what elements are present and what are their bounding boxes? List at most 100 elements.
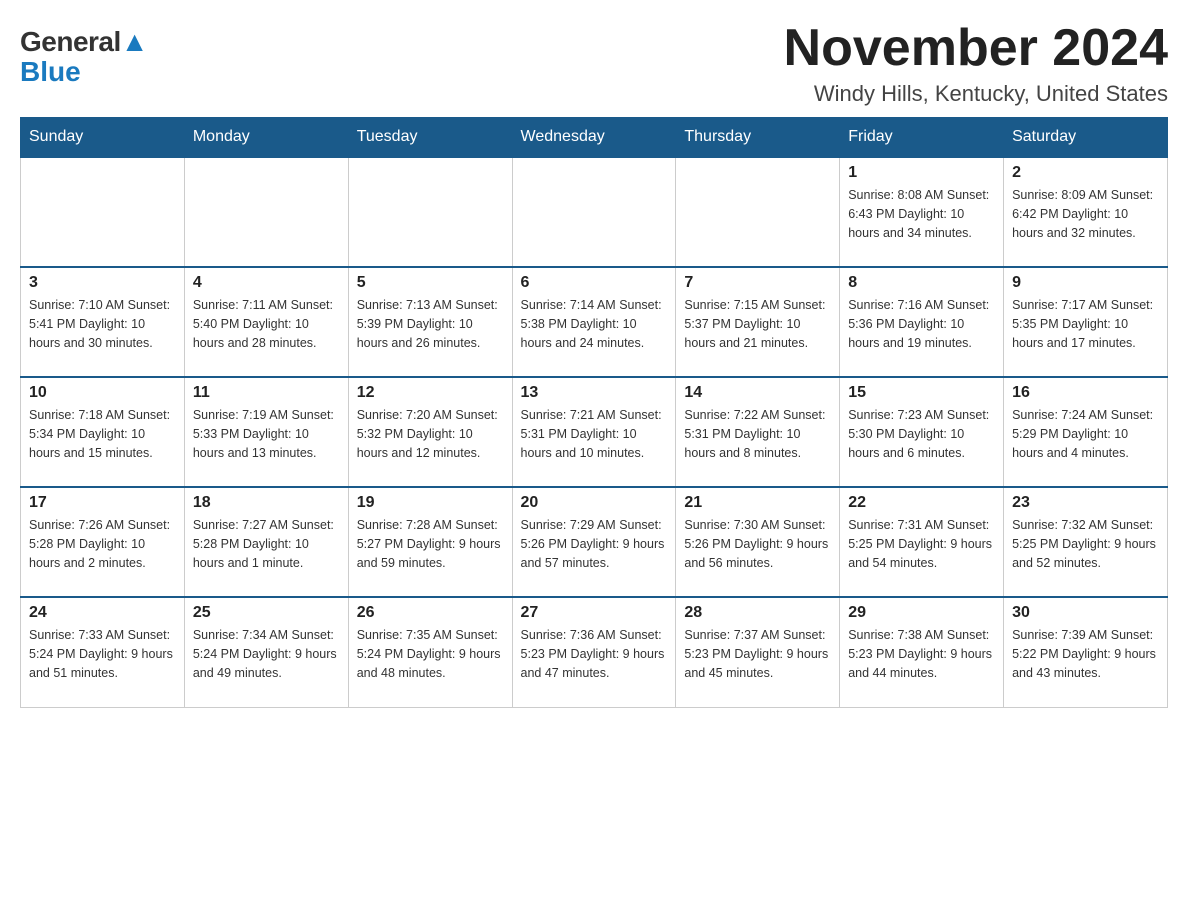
day-number: 20 bbox=[521, 494, 668, 512]
logo: General▲ Blue bbox=[20, 28, 148, 86]
day-number: 22 bbox=[848, 494, 995, 512]
table-row bbox=[348, 157, 512, 267]
day-number: 4 bbox=[193, 274, 340, 292]
table-row bbox=[184, 157, 348, 267]
table-row: 29 Sunrise: 7:38 AM Sunset: 5:23 PM Dayli… bbox=[840, 597, 1004, 707]
day-info: Sunrise: 7:34 AM Sunset: 5:24 PM Dayligh… bbox=[193, 626, 340, 682]
calendar-week-row: 1 Sunrise: 8:08 AM Sunset: 6:43 PM Daylig… bbox=[21, 157, 1168, 267]
day-info: Sunrise: 7:22 AM Sunset: 5:31 PM Dayligh… bbox=[684, 406, 831, 462]
header-tuesday: Tuesday bbox=[348, 118, 512, 158]
title-section: November 2024 Windy Hills, Kentucky, Uni… bbox=[784, 20, 1168, 107]
day-number: 12 bbox=[357, 384, 504, 402]
day-number: 6 bbox=[521, 274, 668, 292]
day-number: 13 bbox=[521, 384, 668, 402]
calendar-week-row: 17Sunrise: 7:26 AM Sunset: 5:28 PM Dayli… bbox=[21, 487, 1168, 597]
location-subtitle: Windy Hills, Kentucky, United States bbox=[784, 81, 1168, 107]
calendar-table: Sunday Monday Tuesday Wednesday Thursday… bbox=[20, 117, 1168, 708]
table-row: 11 Sunrise: 7:19 AM Sunset: 5:33 PM Dayli… bbox=[184, 377, 348, 487]
day-number: 3 bbox=[29, 274, 176, 292]
day-number: 5 bbox=[357, 274, 504, 292]
day-info: Sunrise: 7:30 AM Sunset: 5:26 PM Dayligh… bbox=[684, 516, 831, 572]
day-number: 21 bbox=[684, 494, 831, 512]
table-row: 21 Sunrise: 7:30 AM Sunset: 5:26 PM Dayli… bbox=[676, 487, 840, 597]
table-row: 28 Sunrise: 7:37 AM Sunset: 5:23 PM Dayli… bbox=[676, 597, 840, 707]
day-number: 23 bbox=[1012, 494, 1159, 512]
day-number: 27 bbox=[521, 604, 668, 622]
calendar-week-row: 24 Sunrise: 7:33 AM Sunset: 5:24 PM Dayli… bbox=[21, 597, 1168, 707]
table-row: 17Sunrise: 7:26 AM Sunset: 5:28 PM Dayli… bbox=[21, 487, 185, 597]
table-row: 4 Sunrise: 7:11 AM Sunset: 5:40 PM Daylig… bbox=[184, 267, 348, 377]
day-info: Sunrise: 7:18 AM Sunset: 5:34 PM Dayligh… bbox=[29, 406, 176, 462]
header-wednesday: Wednesday bbox=[512, 118, 676, 158]
header-monday: Monday bbox=[184, 118, 348, 158]
logo-triangle-icon: ▲ bbox=[121, 26, 148, 57]
table-row: 23 Sunrise: 7:32 AM Sunset: 5:25 PM Dayli… bbox=[1004, 487, 1168, 597]
day-info: Sunrise: 7:23 AM Sunset: 5:30 PM Dayligh… bbox=[848, 406, 995, 462]
day-info: Sunrise: 7:19 AM Sunset: 5:33 PM Dayligh… bbox=[193, 406, 340, 462]
day-number: 28 bbox=[684, 604, 831, 622]
day-number: 10 bbox=[29, 384, 176, 402]
day-info: Sunrise: 7:11 AM Sunset: 5:40 PM Dayligh… bbox=[193, 296, 340, 352]
day-info: Sunrise: 7:32 AM Sunset: 5:25 PM Dayligh… bbox=[1012, 516, 1159, 572]
day-info: Sunrise: 7:13 AM Sunset: 5:39 PM Dayligh… bbox=[357, 296, 504, 352]
table-row: 30 Sunrise: 7:39 AM Sunset: 5:22 PM Dayli… bbox=[1004, 597, 1168, 707]
day-number: 8 bbox=[848, 274, 995, 292]
header-sunday: Sunday bbox=[21, 118, 185, 158]
header-friday: Friday bbox=[840, 118, 1004, 158]
day-info: Sunrise: 7:37 AM Sunset: 5:23 PM Dayligh… bbox=[684, 626, 831, 682]
day-info: Sunrise: 7:26 AM Sunset: 5:28 PM Dayligh… bbox=[29, 516, 176, 572]
day-number: 19 bbox=[357, 494, 504, 512]
day-info: Sunrise: 7:29 AM Sunset: 5:26 PM Dayligh… bbox=[521, 516, 668, 572]
day-info: Sunrise: 7:24 AM Sunset: 5:29 PM Dayligh… bbox=[1012, 406, 1159, 462]
day-number: 1 bbox=[848, 164, 995, 182]
day-number: 11 bbox=[193, 384, 340, 402]
table-row: 18Sunrise: 7:27 AM Sunset: 5:28 PM Dayli… bbox=[184, 487, 348, 597]
day-info: Sunrise: 7:20 AM Sunset: 5:32 PM Dayligh… bbox=[357, 406, 504, 462]
table-row: 13Sunrise: 7:21 AM Sunset: 5:31 PM Dayli… bbox=[512, 377, 676, 487]
day-number: 14 bbox=[684, 384, 831, 402]
logo-blue-text: Blue bbox=[20, 58, 81, 86]
table-row: 26Sunrise: 7:35 AM Sunset: 5:24 PM Dayli… bbox=[348, 597, 512, 707]
table-row: 15 Sunrise: 7:23 AM Sunset: 5:30 PM Dayli… bbox=[840, 377, 1004, 487]
table-row: 6 Sunrise: 7:14 AM Sunset: 5:38 PM Daylig… bbox=[512, 267, 676, 377]
day-info: Sunrise: 7:28 AM Sunset: 5:27 PM Dayligh… bbox=[357, 516, 504, 572]
day-number: 24 bbox=[29, 604, 176, 622]
table-row: 5 Sunrise: 7:13 AM Sunset: 5:39 PM Daylig… bbox=[348, 267, 512, 377]
table-row bbox=[21, 157, 185, 267]
day-number: 30 bbox=[1012, 604, 1159, 622]
table-row: 14 Sunrise: 7:22 AM Sunset: 5:31 PM Dayli… bbox=[676, 377, 840, 487]
table-row: 25Sunrise: 7:34 AM Sunset: 5:24 PM Dayli… bbox=[184, 597, 348, 707]
day-number: 26 bbox=[357, 604, 504, 622]
day-info: Sunrise: 7:10 AM Sunset: 5:41 PM Dayligh… bbox=[29, 296, 176, 352]
table-row bbox=[676, 157, 840, 267]
calendar-title: November 2024 bbox=[784, 20, 1168, 77]
day-info: Sunrise: 8:08 AM Sunset: 6:43 PM Dayligh… bbox=[848, 186, 995, 242]
table-row: 7 Sunrise: 7:15 AM Sunset: 5:37 PM Daylig… bbox=[676, 267, 840, 377]
day-info: Sunrise: 7:31 AM Sunset: 5:25 PM Dayligh… bbox=[848, 516, 995, 572]
day-info: Sunrise: 7:15 AM Sunset: 5:37 PM Dayligh… bbox=[684, 296, 831, 352]
calendar-week-row: 10 Sunrise: 7:18 AM Sunset: 5:34 PM Dayli… bbox=[21, 377, 1168, 487]
day-info: Sunrise: 7:39 AM Sunset: 5:22 PM Dayligh… bbox=[1012, 626, 1159, 682]
header-saturday: Saturday bbox=[1004, 118, 1168, 158]
table-row: 16 Sunrise: 7:24 AM Sunset: 5:29 PM Dayli… bbox=[1004, 377, 1168, 487]
day-info: Sunrise: 7:33 AM Sunset: 5:24 PM Dayligh… bbox=[29, 626, 176, 682]
day-info: Sunrise: 7:38 AM Sunset: 5:23 PM Dayligh… bbox=[848, 626, 995, 682]
day-info: Sunrise: 7:14 AM Sunset: 5:38 PM Dayligh… bbox=[521, 296, 668, 352]
day-number: 29 bbox=[848, 604, 995, 622]
table-row: 3 Sunrise: 7:10 AM Sunset: 5:41 PM Daylig… bbox=[21, 267, 185, 377]
day-number: 18 bbox=[193, 494, 340, 512]
day-number: 7 bbox=[684, 274, 831, 292]
day-number: 16 bbox=[1012, 384, 1159, 402]
day-number: 15 bbox=[848, 384, 995, 402]
day-info: Sunrise: 7:16 AM Sunset: 5:36 PM Dayligh… bbox=[848, 296, 995, 352]
table-row: 1 Sunrise: 8:08 AM Sunset: 6:43 PM Daylig… bbox=[840, 157, 1004, 267]
header-thursday: Thursday bbox=[676, 118, 840, 158]
day-info: Sunrise: 8:09 AM Sunset: 6:42 PM Dayligh… bbox=[1012, 186, 1159, 242]
logo-text: General▲ bbox=[20, 28, 148, 56]
table-row: 24 Sunrise: 7:33 AM Sunset: 5:24 PM Dayli… bbox=[21, 597, 185, 707]
table-row: 20 Sunrise: 7:29 AM Sunset: 5:26 PM Dayli… bbox=[512, 487, 676, 597]
table-row: 22 Sunrise: 7:31 AM Sunset: 5:25 PM Dayli… bbox=[840, 487, 1004, 597]
day-number: 9 bbox=[1012, 274, 1159, 292]
day-number: 2 bbox=[1012, 164, 1159, 182]
day-info: Sunrise: 7:36 AM Sunset: 5:23 PM Dayligh… bbox=[521, 626, 668, 682]
